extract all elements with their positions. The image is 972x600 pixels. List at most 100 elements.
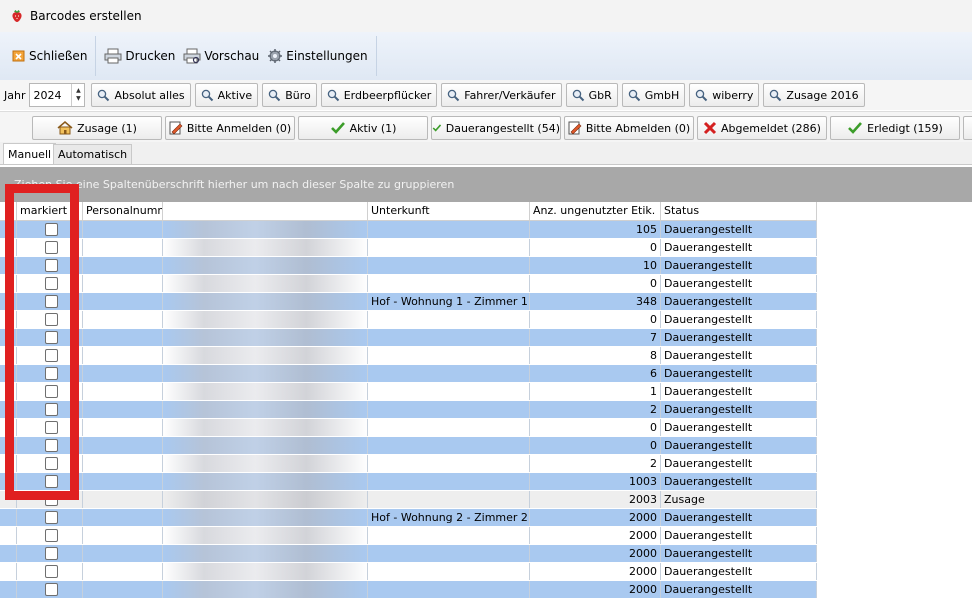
table-row[interactable]: 0 Dauerangestellt [0, 275, 817, 293]
status-button-1[interactable]: Bitte Anmelden (0) [165, 116, 295, 140]
table-row[interactable]: 0 Dauerangestellt [0, 419, 817, 437]
filter-button-7[interactable]: wiberry [689, 83, 760, 107]
filter-button-3[interactable]: Erdbeerpflücker [320, 83, 438, 107]
markiert-checkbox[interactable] [45, 493, 58, 506]
tab-manuell[interactable]: Manuell [3, 143, 57, 164]
row-selector[interactable] [0, 401, 17, 418]
row-selector[interactable] [0, 545, 17, 562]
column-header-unterkunft[interactable]: Unterkunft [368, 202, 530, 220]
table-row[interactable]: Hof - Wohnung 1 - Zimmer 1 348 Dauerangest… [0, 293, 817, 311]
markiert-checkbox[interactable] [45, 421, 58, 434]
markiert-checkbox[interactable] [45, 529, 58, 542]
column-header-personalnummer[interactable]: Personalnummer [83, 202, 163, 220]
markiert-checkbox[interactable] [45, 565, 58, 578]
filter-button-0[interactable]: Absolut alles [91, 83, 191, 107]
table-row[interactable]: 0 Dauerangestellt [0, 437, 817, 455]
status-button-0[interactable]: Zusage (1) [32, 116, 162, 140]
row-selector[interactable] [0, 275, 17, 292]
markiert-checkbox[interactable] [45, 313, 58, 326]
row-selector[interactable] [0, 455, 17, 472]
close-button[interactable]: Schließen [8, 44, 91, 68]
group-by-panel[interactable]: Ziehen Sie eine Spaltenüberschrift hierh… [0, 167, 972, 202]
table-row[interactable]: 10 Dauerangestellt [0, 257, 817, 275]
row-selector[interactable] [0, 419, 17, 436]
column-header-name[interactable] [163, 202, 368, 220]
pencil-form-icon [169, 121, 183, 135]
status-button-2[interactable]: Aktiv (1) [298, 116, 428, 140]
table-row[interactable]: 1003 Dauerangestellt [0, 473, 817, 491]
status-button-3[interactable]: Dauerangestellt (54) [431, 116, 561, 140]
markiert-checkbox[interactable] [45, 547, 58, 560]
column-header-unused-labels[interactable]: Anz. ungenutzter Etik. [530, 202, 661, 220]
markiert-checkbox[interactable] [45, 403, 58, 416]
filter-button-5[interactable]: GbR [565, 83, 618, 107]
row-selector[interactable] [0, 293, 17, 310]
tab-automatisch[interactable]: Automatisch [53, 144, 133, 164]
table-row[interactable]: 105 Dauerangestellt [0, 221, 817, 239]
personalnummer-cell [83, 239, 163, 256]
table-row[interactable]: 0 Dauerangestellt [0, 239, 817, 257]
row-selector[interactable] [0, 239, 17, 256]
filter-button-group: Absolut alles Aktive Büro Erdbeerpflücker Fa… [91, 83, 868, 107]
status-button-overflow[interactable] [963, 116, 972, 140]
row-selector[interactable] [0, 257, 17, 274]
table-row[interactable]: 2003 Zusage [0, 491, 817, 509]
markiert-checkbox[interactable] [45, 259, 58, 272]
status-button-4[interactable]: Bitte Abmelden (0) [564, 116, 694, 140]
status-button-6[interactable]: Erledigt (159) [830, 116, 960, 140]
table-row[interactable]: 6 Dauerangestellt [0, 365, 817, 383]
markiert-checkbox[interactable] [45, 511, 58, 524]
markiert-checkbox[interactable] [45, 457, 58, 470]
name-cell [163, 563, 368, 580]
markiert-checkbox[interactable] [45, 349, 58, 362]
markiert-checkbox[interactable] [45, 331, 58, 344]
table-row[interactable]: 2000 Dauerangestellt [0, 563, 817, 581]
column-header-status[interactable]: Status [661, 202, 817, 220]
row-selector[interactable] [0, 509, 17, 526]
table-row[interactable]: 7 Dauerangestellt [0, 329, 817, 347]
table-row[interactable]: Hof - Wohnung 2 - Zimmer 2 > K2000Dauera… [0, 509, 817, 527]
row-selector[interactable] [0, 473, 17, 490]
preview-button[interactable]: Vorschau [179, 44, 263, 68]
table-row[interactable]: 8 Dauerangestellt [0, 347, 817, 365]
row-selector[interactable] [0, 347, 17, 364]
markiert-checkbox[interactable] [45, 295, 58, 308]
table-row[interactable]: 1 Dauerangestellt [0, 383, 817, 401]
markiert-checkbox[interactable] [45, 475, 58, 488]
markiert-checkbox[interactable] [45, 439, 58, 452]
row-selector[interactable] [0, 383, 17, 400]
status-button-5[interactable]: Abgemeldet (286) [697, 116, 827, 140]
table-row[interactable]: 0 Dauerangestellt [0, 311, 817, 329]
row-selector[interactable] [0, 437, 17, 454]
spinner-arrows-icon[interactable]: ▲ ▼ [71, 84, 84, 106]
row-selector[interactable] [0, 329, 17, 346]
row-selector[interactable] [0, 527, 17, 544]
row-selector[interactable] [0, 581, 17, 598]
table-row[interactable]: 2000 Dauerangestellt [0, 581, 817, 599]
row-selector[interactable] [0, 311, 17, 328]
filter-button-2[interactable]: Büro [262, 83, 317, 107]
table-row[interactable]: 2 Dauerangestellt [0, 401, 817, 419]
row-selector[interactable] [0, 563, 17, 580]
name-cell [163, 581, 368, 598]
markiert-checkbox[interactable] [45, 223, 58, 236]
markiert-checkbox[interactable] [45, 277, 58, 290]
row-selector[interactable] [0, 365, 17, 382]
markiert-checkbox[interactable] [45, 385, 58, 398]
print-button[interactable]: Drucken [100, 44, 179, 68]
table-row[interactable]: 2000 Dauerangestellt [0, 545, 817, 563]
filter-button-8[interactable]: Zusage 2016 [763, 83, 865, 107]
table-row[interactable]: 2 Dauerangestellt [0, 455, 817, 473]
row-selector[interactable] [0, 221, 17, 238]
markiert-checkbox[interactable] [45, 367, 58, 380]
table-row[interactable]: 2000 Dauerangestellt [0, 527, 817, 545]
year-spinner[interactable]: 2024 ▲ ▼ [29, 83, 86, 107]
filter-button-6[interactable]: GmbH [621, 83, 686, 107]
markiert-checkbox[interactable] [45, 583, 58, 596]
row-selector[interactable] [0, 491, 17, 508]
filter-button-4[interactable]: Fahrer/Verkäufer [441, 83, 562, 107]
filter-button-1[interactable]: Aktive [194, 83, 259, 107]
settings-button[interactable]: Einstellungen [263, 44, 371, 68]
markiert-checkbox[interactable] [45, 241, 58, 254]
column-header-markiert[interactable]: markiert [17, 202, 83, 220]
